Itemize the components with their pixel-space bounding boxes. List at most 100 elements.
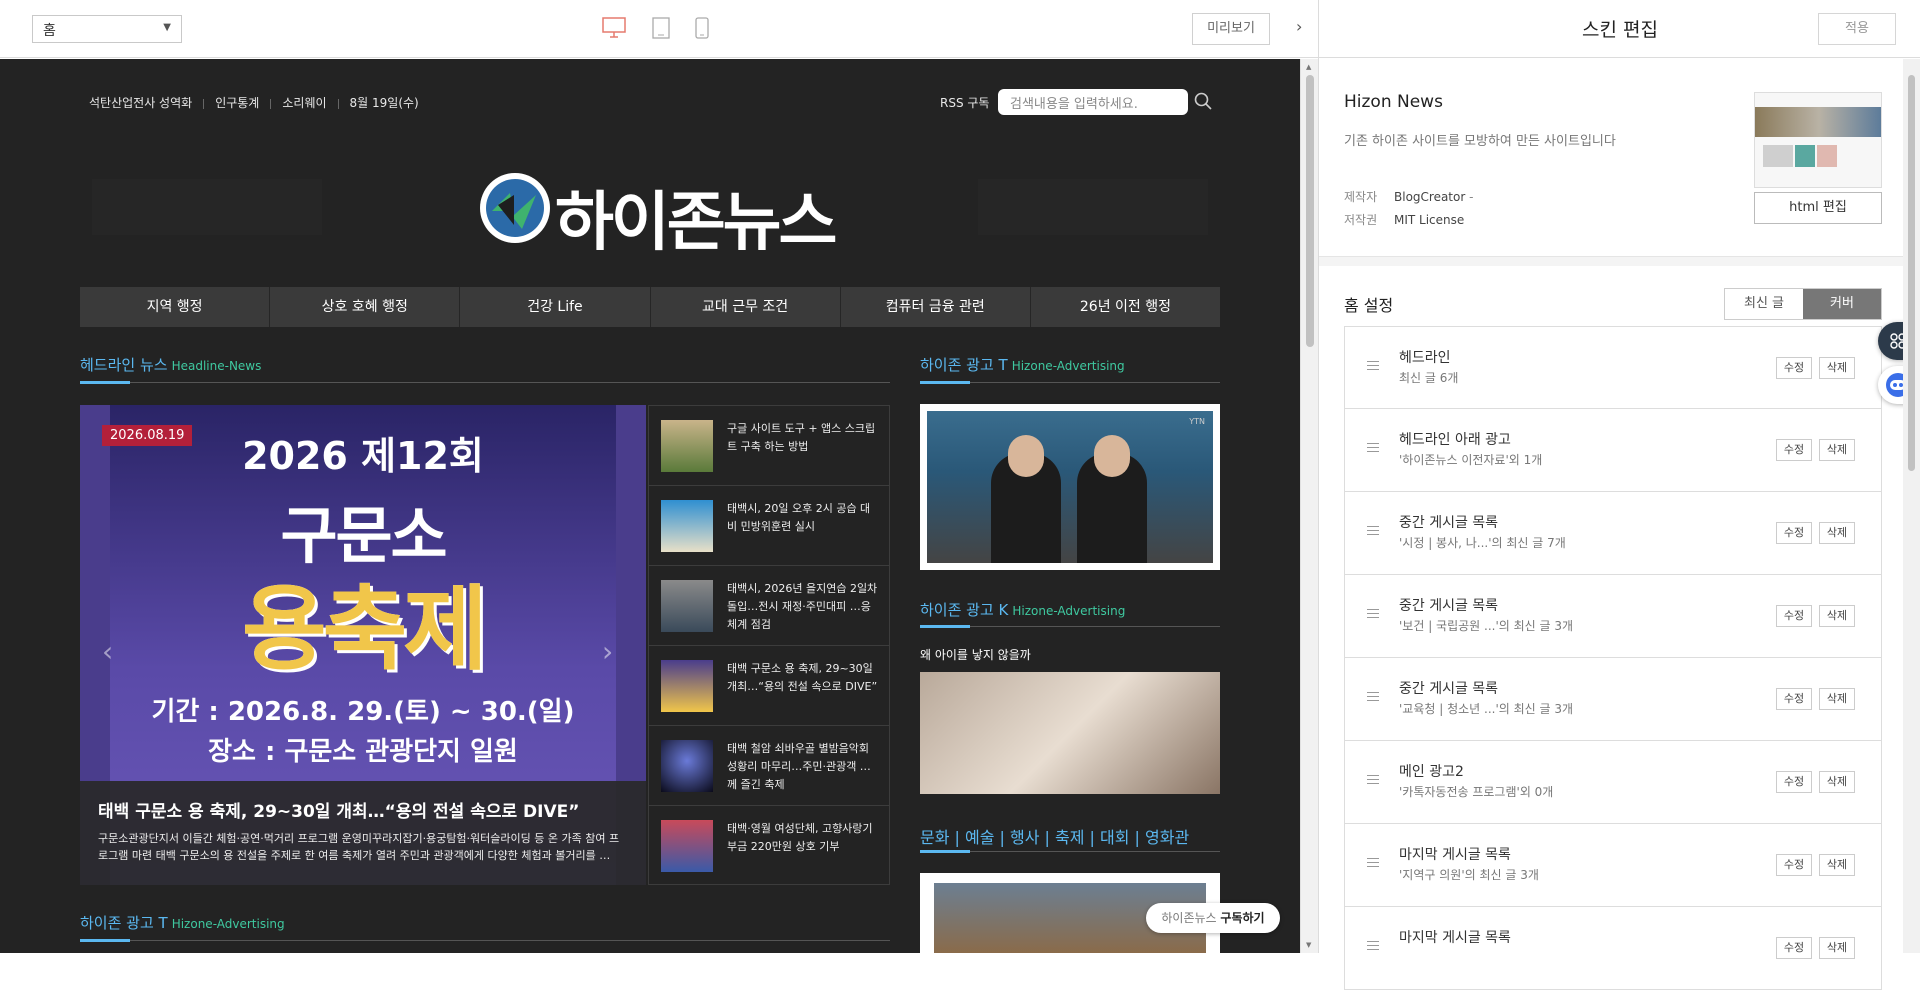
panel-scrollbar[interactable] <box>1903 59 1920 953</box>
apply-button[interactable]: 적용 <box>1818 13 1896 45</box>
ad-t-image[interactable]: YTN <box>920 404 1220 570</box>
drag-handle-icon[interactable] <box>1367 609 1379 621</box>
top-link[interactable]: 소리웨이 <box>282 96 326 110</box>
edit-button[interactable]: 수정 <box>1776 771 1812 793</box>
block-name: 중간 게시글 목록 <box>1399 515 1499 531</box>
search-icon[interactable] <box>1194 92 1212 110</box>
delete-button[interactable]: 삭제 <box>1819 688 1855 710</box>
home-block-item[interactable]: 헤드라인 아래 광고 '하이존뉴스 이전자료'외 1개 수정 삭제 <box>1344 409 1882 492</box>
drag-handle-icon[interactable] <box>1367 692 1379 704</box>
list-item[interactable]: 태백 구문소 용 축제, 29~30일 개최…“용의 전설 속으로 DIVE” <box>649 646 889 726</box>
mobile-icon[interactable] <box>695 17 709 39</box>
desktop-icon[interactable] <box>602 17 626 39</box>
top-link[interactable]: 인구통계 <box>215 96 259 110</box>
top-link[interactable]: 석탄산업전사 성역화 <box>89 96 192 110</box>
home-block-item[interactable]: 마지막 게시글 목록 수정 삭제 <box>1344 907 1882 990</box>
delete-button[interactable]: 삭제 <box>1819 522 1855 544</box>
list-item[interactable]: 태백 철암 쇠바우골 별밤음악회 성황리 마무리…주민·관광객 …께 즐긴 축제 <box>649 726 889 806</box>
home-block-item[interactable]: 중간 게시글 목록 '시정 | 봉사, 나...'의 최신 글 7개 수정 삭제 <box>1344 492 1882 575</box>
html-edit-button[interactable]: html 편집 <box>1754 192 1882 224</box>
edit-button[interactable]: 수정 <box>1776 439 1812 461</box>
drag-handle-icon[interactable] <box>1367 858 1379 870</box>
thumbnail <box>661 500 713 552</box>
home-block-list: 헤드라인 최신 글 6개 수정 삭제 헤드라인 아래 광고 '하이존뉴스 이전자료'외 1… <box>1344 326 1882 990</box>
site-logo-text[interactable]: 하이존뉴스 <box>555 171 837 263</box>
delete-button[interactable]: 삭제 <box>1819 605 1855 627</box>
headline-banner[interactable]: 2026 제12회 구문소 용축제 기간 : 2026.8. 29.(토) ~ … <box>80 405 646 885</box>
block-name: 중간 게시글 목록 <box>1399 598 1499 614</box>
nav-item[interactable]: 상호 호혜 행정 <box>270 287 461 327</box>
culture-rule <box>920 850 1220 853</box>
home-block-item[interactable]: 메인 광고2 '카톡자동전송 프로그램'외 0개 수정 삭제 <box>1344 741 1882 824</box>
banner-title-line3: 용축제 <box>242 576 488 683</box>
preview-scrollbar[interactable]: ▲ ▼ <box>1300 59 1318 953</box>
top-toolbar: 홈 ▼ 미리보기 › 스킨 편집 적용 <box>0 0 1920 58</box>
chevron-right-icon[interactable]: › <box>1296 17 1302 36</box>
subscribe-button[interactable]: 하이존뉴스 구독하기 <box>1146 903 1280 933</box>
headline-heading: 헤드라인 뉴스 Headline-News <box>80 356 262 374</box>
nav-item[interactable]: 26년 이전 행정 <box>1031 287 1220 327</box>
home-block-item[interactable]: 중간 게시글 목록 '보건 | 국립공원 ...'의 최신 글 3개 수정 삭제 <box>1344 575 1882 658</box>
edit-button[interactable]: 수정 <box>1776 854 1812 876</box>
nav-item[interactable]: 건강 Life <box>460 287 651 327</box>
preview-button[interactable]: 미리보기 <box>1192 13 1270 45</box>
date-badge: 2026.08.19 <box>102 425 193 446</box>
chevron-right-icon[interactable]: › <box>602 635 613 668</box>
delete-button[interactable]: 삭제 <box>1819 854 1855 876</box>
ad-k-rule <box>920 625 1220 628</box>
ad-k-image[interactable] <box>920 672 1220 794</box>
delete-button[interactable]: 삭제 <box>1819 439 1855 461</box>
banner-caption-title[interactable]: 태백 구문소 용 축제, 29~30일 개최…“용의 전설 속으로 DIVE” <box>98 797 628 822</box>
ad-t2-heading: 하이존 광고 T Hizone-Advertising <box>80 914 285 932</box>
edit-button[interactable]: 수정 <box>1776 937 1812 959</box>
site-logo-icon[interactable] <box>478 171 552 245</box>
home-settings-title: 홈 설정 <box>1344 296 1394 315</box>
nav-item[interactable]: 컴퓨터 금융 관련 <box>841 287 1031 327</box>
tv-logo: YTN <box>1189 417 1205 426</box>
culture-heading[interactable]: 문화 | 예술 | 행사 | 축제 | 대회 | 영화관 <box>920 824 1189 848</box>
edit-button[interactable]: 수정 <box>1776 522 1812 544</box>
list-item[interactable]: 구글 사이트 도구 + 앱스 스크립트 구축 하는 방법 <box>649 406 889 486</box>
delete-button[interactable]: 삭제 <box>1819 937 1855 959</box>
nav-item[interactable]: 교대 근무 조건 <box>651 287 841 327</box>
block-summary: '시정 | 봉사, 나...'의 최신 글 7개 <box>1399 536 1566 550</box>
list-item[interactable]: 태백·영월 여성단체, 고향사랑기부금 220만원 상호 기부 <box>649 806 889 886</box>
ad-k-caption[interactable]: 왜 아이를 낳지 않을까 <box>920 646 1031 663</box>
drag-handle-icon[interactable] <box>1367 775 1379 787</box>
toggle-cover[interactable]: 커버 <box>1803 289 1881 319</box>
headline-rule <box>80 381 890 384</box>
ad-t-rule <box>920 381 1220 384</box>
edit-button[interactable]: 수정 <box>1776 605 1812 627</box>
block-summary: '보건 | 국립공원 ...'의 최신 글 3개 <box>1399 619 1574 633</box>
license-row: 저작권 MIT License <box>1344 213 1465 227</box>
home-type-toggle: 최신 글 커버 <box>1724 288 1882 320</box>
nav-item[interactable]: 지역 행정 <box>80 287 271 327</box>
drag-handle-icon[interactable] <box>1367 941 1379 953</box>
home-block-item[interactable]: 중간 게시글 목록 '교육청 | 청소년 ...'의 최신 글 3개 수정 삭제 <box>1344 658 1882 741</box>
home-block-item[interactable]: 헤드라인 최신 글 6개 수정 삭제 <box>1344 326 1882 409</box>
edit-button[interactable]: 수정 <box>1776 357 1812 379</box>
list-item[interactable]: 태백시, 20일 오후 2시 공습 대비 민방위훈련 실시 <box>649 486 889 566</box>
drag-handle-icon[interactable] <box>1367 443 1379 455</box>
ad-t2-rule <box>80 939 890 942</box>
list-item[interactable]: 태백시, 2026년 을지연습 2일차 돌입…전시 재정·주민대피 …응체계 점… <box>649 566 889 646</box>
edit-button[interactable]: 수정 <box>1776 688 1812 710</box>
chevron-left-icon[interactable]: ‹ <box>102 635 113 668</box>
delete-button[interactable]: 삭제 <box>1819 771 1855 793</box>
toggle-latest[interactable]: 최신 글 <box>1725 289 1803 319</box>
block-name: 마지막 게시글 목록 <box>1399 930 1511 946</box>
block-summary: '카톡자동전송 프로그램'외 0개 <box>1399 785 1554 799</box>
banner-caption: 태백 구문소 용 축제, 29~30일 개최…“용의 전설 속으로 DIVE” … <box>80 781 646 885</box>
maker-row: 제작자 BlogCreator - <box>1344 190 1474 204</box>
page-select[interactable]: 홈 ▼ <box>32 15 182 43</box>
skin-thumbnail <box>1754 92 1882 188</box>
search-input[interactable]: 검색내용을 입력하세요. <box>998 89 1188 115</box>
block-summary: 최신 글 6개 <box>1399 371 1459 385</box>
drag-handle-icon[interactable] <box>1367 361 1379 373</box>
home-block-item[interactable]: 마지막 게시글 목록 '지역구 의원'의 최신 글 3개 수정 삭제 <box>1344 824 1882 907</box>
drag-handle-icon[interactable] <box>1367 526 1379 538</box>
block-name: 헤드라인 아래 광고 <box>1399 432 1511 448</box>
delete-button[interactable]: 삭제 <box>1819 357 1855 379</box>
rss-link[interactable]: RSS 구독 <box>940 94 989 111</box>
tablet-icon[interactable] <box>652 17 670 39</box>
